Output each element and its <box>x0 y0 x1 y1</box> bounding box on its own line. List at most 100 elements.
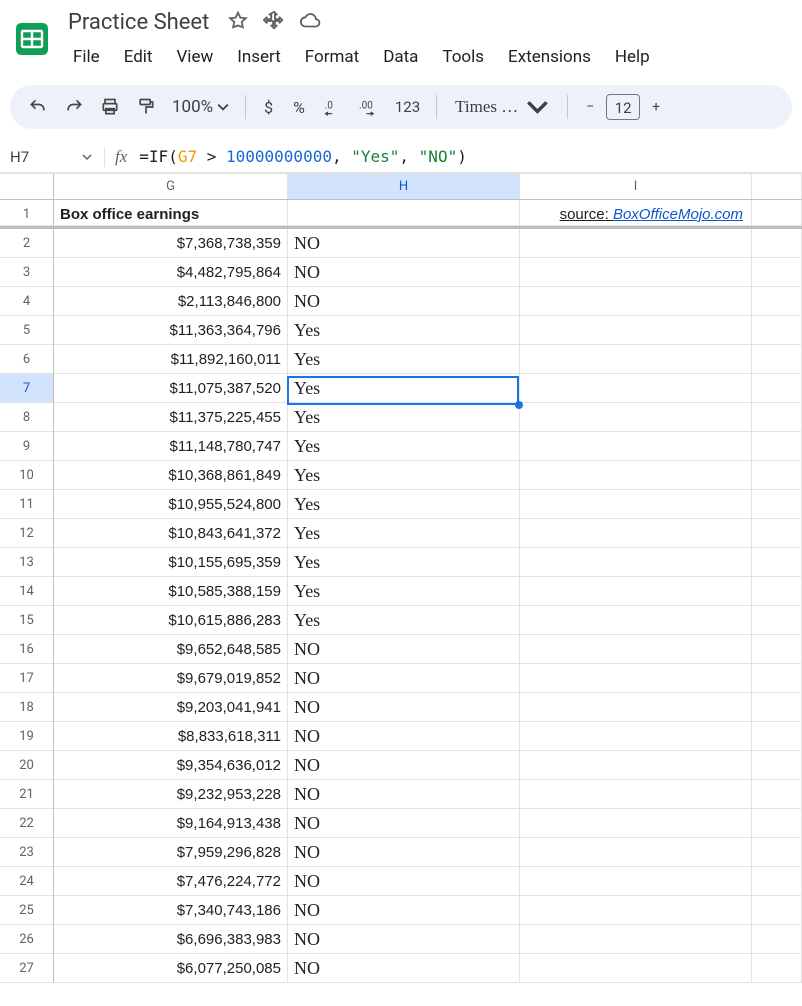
menu-tools[interactable]: Tools <box>431 41 495 73</box>
cell[interactable]: $8,833,618,311 <box>54 722 288 751</box>
cell[interactable]: $7,476,224,772 <box>54 867 288 896</box>
cell[interactable]: Yes <box>288 577 520 606</box>
cell[interactable]: $6,696,383,983 <box>54 925 288 954</box>
row-header[interactable]: 21 <box>0 780 54 809</box>
cell[interactable] <box>752 287 802 316</box>
cell[interactable] <box>520 229 752 258</box>
cell[interactable]: NO <box>288 287 520 316</box>
font-size-input[interactable]: 12 <box>606 94 640 120</box>
cell[interactable] <box>520 635 752 664</box>
formula-input[interactable]: =IF(G7 > 10000000000, "Yes", "NO") <box>139 147 467 166</box>
cell[interactable]: NO <box>288 722 520 751</box>
cell[interactable]: NO <box>288 258 520 287</box>
cell[interactable] <box>520 287 752 316</box>
paint-format-button[interactable] <box>130 91 162 123</box>
row-header[interactable]: 15 <box>0 606 54 635</box>
cell[interactable]: Yes <box>288 519 520 548</box>
row-header[interactable]: 17 <box>0 664 54 693</box>
cell[interactable]: NO <box>288 693 520 722</box>
move-icon[interactable] <box>263 10 285 36</box>
cell[interactable]: source: BoxOfficeMojo.com <box>520 200 752 226</box>
cell[interactable] <box>752 258 802 287</box>
cell[interactable] <box>520 432 752 461</box>
cell[interactable] <box>752 200 802 226</box>
name-box[interactable]: H7 <box>10 148 100 166</box>
document-title[interactable]: Practice Sheet <box>64 8 213 37</box>
cell[interactable] <box>520 838 752 867</box>
cell[interactable] <box>752 229 802 258</box>
format-currency-button[interactable]: $ <box>256 98 281 117</box>
menu-edit[interactable]: Edit <box>113 41 164 73</box>
row-header[interactable]: 3 <box>0 258 54 287</box>
row-header[interactable]: 22 <box>0 809 54 838</box>
column-header-g[interactable]: G <box>54 174 288 199</box>
cell[interactable]: NO <box>288 896 520 925</box>
cell[interactable] <box>752 635 802 664</box>
row-header[interactable]: 14 <box>0 577 54 606</box>
cell[interactable] <box>520 577 752 606</box>
cell[interactable]: $11,075,387,520 <box>54 374 288 403</box>
cell[interactable]: Yes <box>288 345 520 374</box>
cell[interactable] <box>520 519 752 548</box>
cell[interactable]: Yes <box>288 606 520 635</box>
cell[interactable] <box>752 403 802 432</box>
cell[interactable] <box>752 374 802 403</box>
undo-button[interactable] <box>22 91 54 123</box>
cell[interactable]: Box office earnings <box>54 200 288 226</box>
cell[interactable]: $11,375,225,455 <box>54 403 288 432</box>
cell[interactable] <box>288 200 520 226</box>
row-header[interactable]: 4 <box>0 287 54 316</box>
cell[interactable]: NO <box>288 809 520 838</box>
cell[interactable] <box>752 316 802 345</box>
cell[interactable] <box>520 461 752 490</box>
menu-format[interactable]: Format <box>294 41 370 73</box>
cell[interactable]: NO <box>288 229 520 258</box>
cell[interactable] <box>752 896 802 925</box>
row-header[interactable]: 9 <box>0 432 54 461</box>
row-header[interactable]: 5 <box>0 316 54 345</box>
cell[interactable] <box>752 751 802 780</box>
sheets-logo[interactable] <box>12 12 52 66</box>
source-link[interactable]: BoxOfficeMojo.com <box>613 206 743 223</box>
cell[interactable]: NO <box>288 838 520 867</box>
row-header[interactable]: 16 <box>0 635 54 664</box>
row-header[interactable]: 26 <box>0 925 54 954</box>
cell[interactable]: $10,615,886,283 <box>54 606 288 635</box>
column-header-i[interactable]: I <box>520 174 752 199</box>
spreadsheet-grid[interactable]: G H I 1 Box office earnings source: BoxO… <box>0 173 802 983</box>
row-header[interactable]: 25 <box>0 896 54 925</box>
cell[interactable]: NO <box>288 867 520 896</box>
cell[interactable]: $10,155,695,359 <box>54 548 288 577</box>
row-header[interactable]: 24 <box>0 867 54 896</box>
cell[interactable]: Yes <box>288 403 520 432</box>
cell[interactable]: $10,955,524,800 <box>54 490 288 519</box>
print-button[interactable] <box>94 91 126 123</box>
cell[interactable] <box>520 403 752 432</box>
row-header[interactable]: 10 <box>0 461 54 490</box>
cell[interactable]: $7,959,296,828 <box>54 838 288 867</box>
cell[interactable]: Yes <box>288 490 520 519</box>
increase-decimal-button[interactable]: .00 <box>353 91 385 123</box>
zoom-select[interactable]: 100% <box>166 97 235 117</box>
cell[interactable]: $10,368,861,849 <box>54 461 288 490</box>
cell[interactable]: NO <box>288 751 520 780</box>
cell[interactable]: $10,843,641,372 <box>54 519 288 548</box>
menu-insert[interactable]: Insert <box>226 41 292 73</box>
cell[interactable]: Yes <box>288 432 520 461</box>
cell[interactable]: Yes <box>288 374 520 403</box>
cell[interactable] <box>752 867 802 896</box>
cell[interactable] <box>520 896 752 925</box>
cell[interactable]: $4,482,795,864 <box>54 258 288 287</box>
cell[interactable]: $9,679,019,852 <box>54 664 288 693</box>
cell[interactable] <box>520 548 752 577</box>
cell[interactable] <box>520 809 752 838</box>
cell[interactable] <box>520 258 752 287</box>
cloud-status-icon[interactable] <box>299 10 321 36</box>
cell[interactable] <box>752 606 802 635</box>
cell[interactable]: $9,203,041,941 <box>54 693 288 722</box>
cell[interactable] <box>520 722 752 751</box>
cell[interactable] <box>752 432 802 461</box>
cell[interactable]: NO <box>288 954 520 983</box>
cell[interactable]: NO <box>288 664 520 693</box>
column-header-overflow[interactable] <box>752 174 802 199</box>
